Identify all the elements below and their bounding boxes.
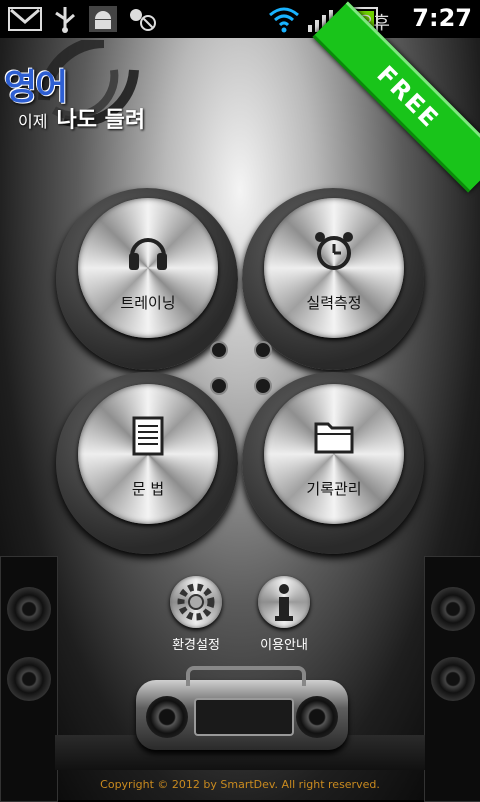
android-debug-icon bbox=[89, 6, 117, 32]
settings-button[interactable] bbox=[170, 576, 222, 628]
wifi-icon bbox=[269, 7, 299, 33]
records-button[interactable]: 기록관리 bbox=[264, 384, 404, 524]
gear-icon bbox=[177, 583, 215, 621]
status-clock: 7:27 bbox=[412, 4, 472, 32]
left-speaker bbox=[0, 556, 58, 802]
training-button[interactable]: 트레이닝 bbox=[78, 198, 218, 338]
right-speaker bbox=[424, 556, 480, 802]
screw-dot bbox=[210, 341, 228, 359]
help-button[interactable] bbox=[258, 576, 310, 628]
boombox-image bbox=[136, 666, 348, 750]
speaker-cone bbox=[431, 587, 475, 631]
level-test-button[interactable]: 실력측정 bbox=[264, 198, 404, 338]
info-icon bbox=[275, 584, 293, 621]
help-label: 이용안내 bbox=[260, 638, 308, 653]
grammar-label: 문 법 bbox=[131, 480, 165, 498]
gmail-icon bbox=[8, 7, 42, 31]
notepad-icon bbox=[132, 416, 164, 456]
app-logo: 영어 이제 나도 들려 bbox=[4, 40, 145, 133]
boombox-deck bbox=[194, 698, 294, 736]
logo-subtitle-big: 나도 들려 bbox=[56, 108, 146, 133]
screw-dot bbox=[254, 377, 272, 395]
logo-subtitle-small: 이제 bbox=[18, 112, 48, 131]
boombox-handle bbox=[186, 666, 306, 686]
screw-dot bbox=[254, 341, 272, 359]
media-icon bbox=[130, 9, 156, 31]
screw-dot bbox=[210, 377, 228, 395]
speaker-cone bbox=[7, 657, 51, 701]
alarm-clock-icon bbox=[315, 232, 353, 270]
boombox-speaker bbox=[146, 696, 188, 738]
level-test-label: 실력측정 bbox=[306, 294, 362, 312]
boombox-speaker bbox=[296, 696, 338, 738]
settings-label: 환경설정 bbox=[172, 638, 220, 653]
copyright-text: Copyright © 2012 by SmartDev. All right … bbox=[100, 778, 380, 791]
headphones-icon bbox=[129, 238, 167, 270]
speaker-cone bbox=[7, 587, 51, 631]
speaker-cone bbox=[431, 657, 475, 701]
folder-icon bbox=[314, 422, 354, 454]
records-label: 기록관리 bbox=[306, 480, 362, 498]
usb-icon bbox=[55, 7, 75, 33]
status-bar: 오후 7:27 bbox=[0, 0, 480, 38]
training-label: 트레이닝 bbox=[120, 294, 176, 312]
grammar-button[interactable]: 문 법 bbox=[78, 384, 218, 524]
logo-subtitle: 이제 나도 들려 bbox=[18, 102, 145, 134]
